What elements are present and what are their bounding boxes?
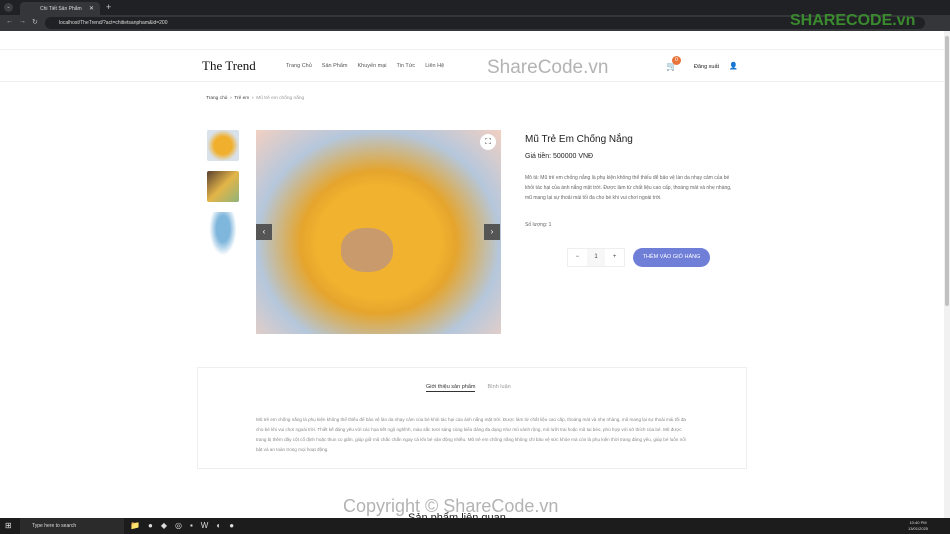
tab-comments[interactable]: Bình luận bbox=[487, 384, 510, 392]
nav-news[interactable]: Tin Tức bbox=[397, 63, 416, 69]
windows-start-icon[interactable]: ⊞ bbox=[5, 521, 12, 530]
tab-introduction[interactable]: Giới thiệu sản phẩm bbox=[426, 384, 476, 392]
new-tab-icon[interactable]: + bbox=[106, 2, 111, 12]
fullscreen-icon[interactable]: ⛶ bbox=[480, 134, 496, 150]
product-info-tabs: Giới thiệu sản phẩm Bình luận Mũ trẻ em … bbox=[197, 367, 747, 469]
nav-products[interactable]: Sản Phẩm bbox=[322, 63, 348, 69]
close-tab-icon[interactable]: ✕ bbox=[89, 5, 94, 12]
cart-count-badge: 0 bbox=[672, 56, 681, 65]
product-description: Mô tả: Mũ trẻ em chống nắng là phụ kiện … bbox=[525, 175, 732, 201]
browser-tab[interactable]: Chi Tiết Sản Phẩm ✕ bbox=[20, 2, 100, 15]
forward-icon[interactable]: → bbox=[19, 18, 26, 25]
nav-promotions[interactable]: Khuyến mại bbox=[357, 63, 386, 69]
site-header: The Trend Trang Chủ Sản Phẩm Khuyến mại … bbox=[0, 49, 944, 82]
breadcrumb-current: Mũ trẻ em chống nắng bbox=[256, 96, 305, 101]
app-icon[interactable]: ◎ bbox=[175, 521, 182, 530]
system-clock[interactable]: 10:40 PM 13/01/2025 bbox=[908, 520, 928, 532]
prev-image-button[interactable]: ‹ bbox=[256, 224, 272, 240]
edge-icon[interactable]: ◐ bbox=[216, 521, 221, 530]
site-logo[interactable]: The Trend bbox=[202, 58, 256, 74]
search-placeholder: Type here to search bbox=[32, 523, 77, 529]
product-thumbnail[interactable] bbox=[207, 212, 239, 260]
product-main-image bbox=[256, 130, 501, 334]
nav-contact[interactable]: Liên Hệ bbox=[425, 63, 444, 69]
clock-date: 13/01/2025 bbox=[908, 526, 929, 531]
nav-home[interactable]: Trang Chủ bbox=[286, 63, 312, 69]
taskbar-apps: 📁 ● ◆ ◎ ▪ W ◐ ● bbox=[130, 521, 234, 530]
taskbar-search[interactable]: Type here to search bbox=[20, 518, 124, 534]
quantity-stepper: − 1 + bbox=[567, 248, 625, 267]
bear-patch-image bbox=[341, 228, 393, 272]
app-icon[interactable]: ● bbox=[229, 521, 234, 530]
watermark-center: ShareCode.vn bbox=[487, 57, 609, 78]
tab-title: Chi Tiết Sản Phẩm bbox=[40, 6, 82, 12]
scrollbar-thumb[interactable] bbox=[945, 36, 949, 306]
terminal-icon[interactable]: ▪ bbox=[190, 521, 193, 530]
file-explorer-icon[interactable]: 📁 bbox=[130, 521, 140, 530]
back-icon[interactable]: ← bbox=[6, 18, 13, 25]
breadcrumb-category[interactable]: Trẻ em bbox=[234, 96, 249, 101]
increase-button[interactable]: + bbox=[605, 249, 624, 266]
watermark-logo: SHARECODE.vn bbox=[790, 12, 916, 29]
breadcrumb-home[interactable]: Trang chủ bbox=[206, 96, 227, 101]
quantity-input[interactable]: 1 bbox=[586, 249, 606, 266]
user-icon[interactable]: 👤 bbox=[729, 62, 738, 70]
reload-icon[interactable]: ↻ bbox=[32, 18, 38, 26]
product-title: Mũ Trẻ Em Chống Nắng bbox=[525, 134, 633, 145]
main-nav: Trang Chủ Sản Phẩm Khuyến mại Tin Tức Li… bbox=[286, 63, 444, 69]
word-icon[interactable]: W bbox=[201, 521, 209, 530]
watermark-copyright: Copyright © ShareCode.vn bbox=[343, 496, 559, 516]
decrease-button[interactable]: − bbox=[568, 249, 587, 266]
page-scrollbar[interactable] bbox=[944, 31, 950, 518]
next-image-button[interactable]: › bbox=[484, 224, 500, 240]
tab-menu-icon[interactable]: ⌄ bbox=[4, 3, 13, 12]
logout-link[interactable]: Đăng xuất bbox=[694, 64, 719, 70]
product-thumbnail[interactable] bbox=[207, 171, 239, 202]
add-to-cart-button[interactable]: THÊM VÀO GIỎ HÀNG bbox=[633, 248, 710, 267]
stock-quantity: Số lượng: 1 bbox=[525, 222, 552, 228]
product-thumbnail[interactable] bbox=[207, 130, 239, 161]
chrome-icon[interactable]: ● bbox=[148, 521, 153, 530]
vscode-icon[interactable]: ◆ bbox=[161, 521, 167, 530]
windows-taskbar: ⊞ Type here to search 📁 ● ◆ ◎ ▪ W ◐ ● 10… bbox=[0, 518, 950, 534]
tab-content: Mũ trẻ em chống nắng là phụ kiện không t… bbox=[256, 417, 686, 452]
breadcrumb: Trang chủ › Trẻ em › Mũ trẻ em chống nắn… bbox=[206, 96, 305, 101]
product-price: Giá tiền: 500000 VNĐ bbox=[525, 153, 594, 160]
